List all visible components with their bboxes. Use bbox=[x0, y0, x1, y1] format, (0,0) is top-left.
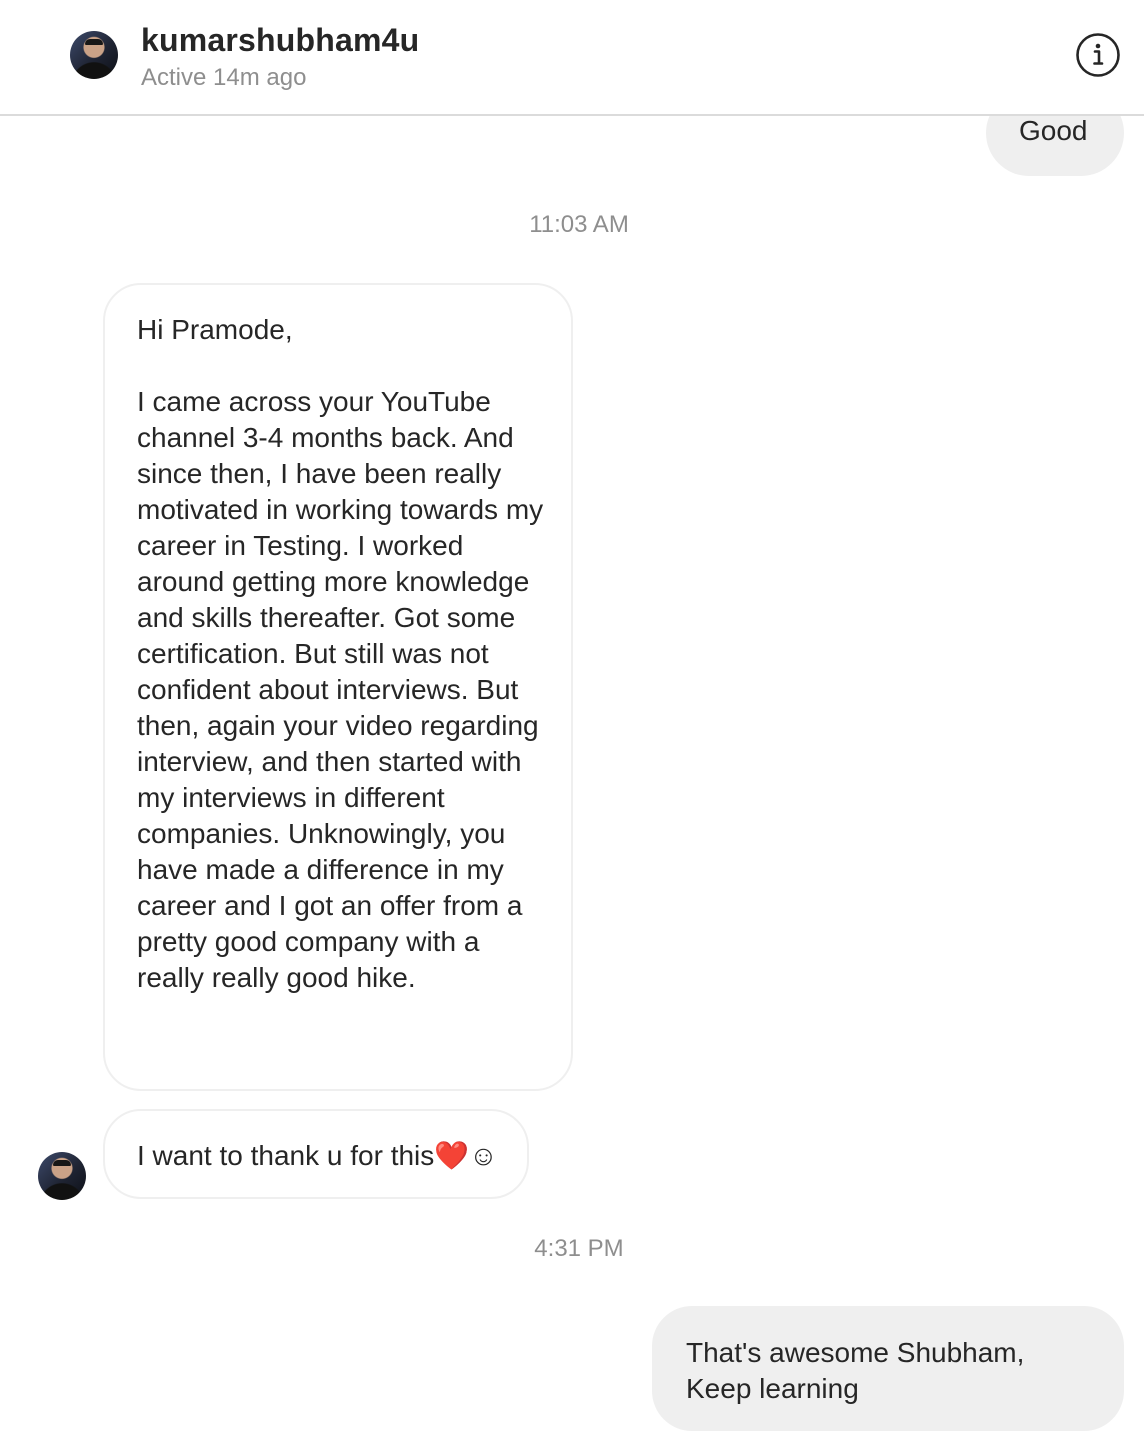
outgoing-message[interactable]: That's awesome Shubham, Keep learning bbox=[652, 1306, 1124, 1431]
incoming-message[interactable]: I want to thank u for this❤️☺ bbox=[103, 1109, 529, 1199]
chat-username[interactable]: kumarshubham4u bbox=[141, 22, 419, 59]
message-timestamp: 11:03 AM bbox=[529, 211, 629, 238]
info-icon[interactable] bbox=[1076, 33, 1120, 77]
active-status: Active 14m ago bbox=[141, 64, 307, 91]
chat-header: kumarshubham4u Active 14m ago bbox=[0, 0, 1144, 116]
sender-avatar[interactable] bbox=[38, 1152, 86, 1200]
incoming-message[interactable]: Hi Pramode, I came across your YouTube c… bbox=[103, 283, 573, 1091]
user-avatar[interactable] bbox=[70, 31, 118, 79]
message-timestamp: 4:31 PM bbox=[534, 1235, 624, 1262]
